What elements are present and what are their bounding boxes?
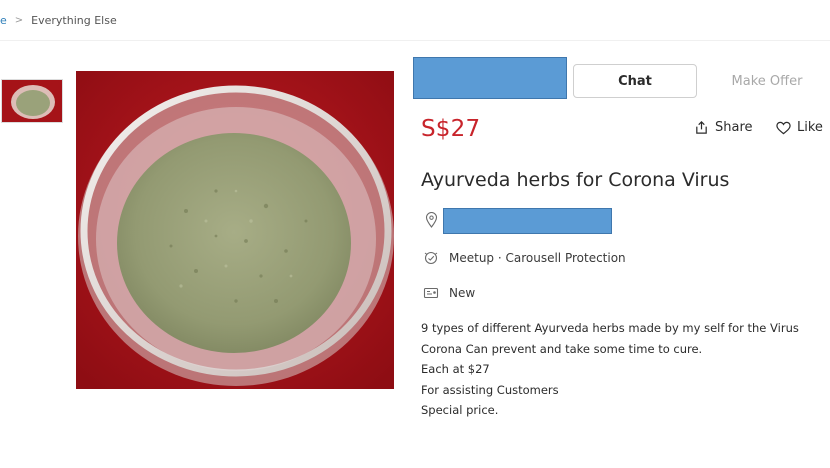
photo-thumbnail[interactable] — [1, 79, 63, 123]
heart-icon — [776, 121, 791, 134]
listing-description: 9 types of different Ayurveda herbs made… — [421, 318, 821, 421]
listing-price: S$27 — [421, 116, 481, 142]
condition-tag-icon — [423, 285, 439, 301]
location-row — [423, 212, 439, 228]
redacted-seller-info — [413, 57, 567, 99]
description-line: Special price. — [421, 403, 499, 417]
product-photo-image — [76, 71, 394, 389]
header-divider — [0, 40, 830, 41]
make-offer-button[interactable]: Make Offer — [712, 64, 822, 98]
description-line: 9 types of different Ayurveda herbs made… — [421, 321, 799, 335]
breadcrumb-category-link[interactable]: Everything Else — [31, 14, 117, 27]
description-line: Each at $27 — [421, 362, 490, 376]
thumbnail-image — [2, 80, 62, 122]
breadcrumb-home-link[interactable]: e — [0, 14, 7, 27]
meetup-row: Meetup · Carousell Protection — [423, 250, 626, 266]
description-line: Corona Can prevent and take some time to… — [421, 341, 703, 356]
like-label: Like — [797, 120, 823, 135]
condition-row: New — [423, 285, 475, 301]
chat-button[interactable]: Chat — [573, 64, 697, 98]
like-button[interactable]: Like — [776, 120, 823, 135]
condition-text: New — [449, 286, 476, 300]
listing-title: Ayurveda herbs for Corona Virus — [421, 169, 730, 191]
meetup-text: Meetup · Carousell Protection — [449, 251, 626, 265]
description-line: For assisting Customers — [421, 382, 559, 397]
breadcrumb: e > Everything Else — [0, 14, 117, 27]
location-pin-icon — [423, 212, 439, 228]
share-icon — [696, 121, 707, 134]
redacted-location — [443, 208, 612, 234]
share-label: Share — [715, 120, 753, 135]
product-photo[interactable] — [76, 71, 394, 389]
share-button[interactable]: Share — [694, 120, 753, 135]
meetup-icon — [423, 250, 439, 266]
breadcrumb-separator: > — [14, 15, 24, 26]
